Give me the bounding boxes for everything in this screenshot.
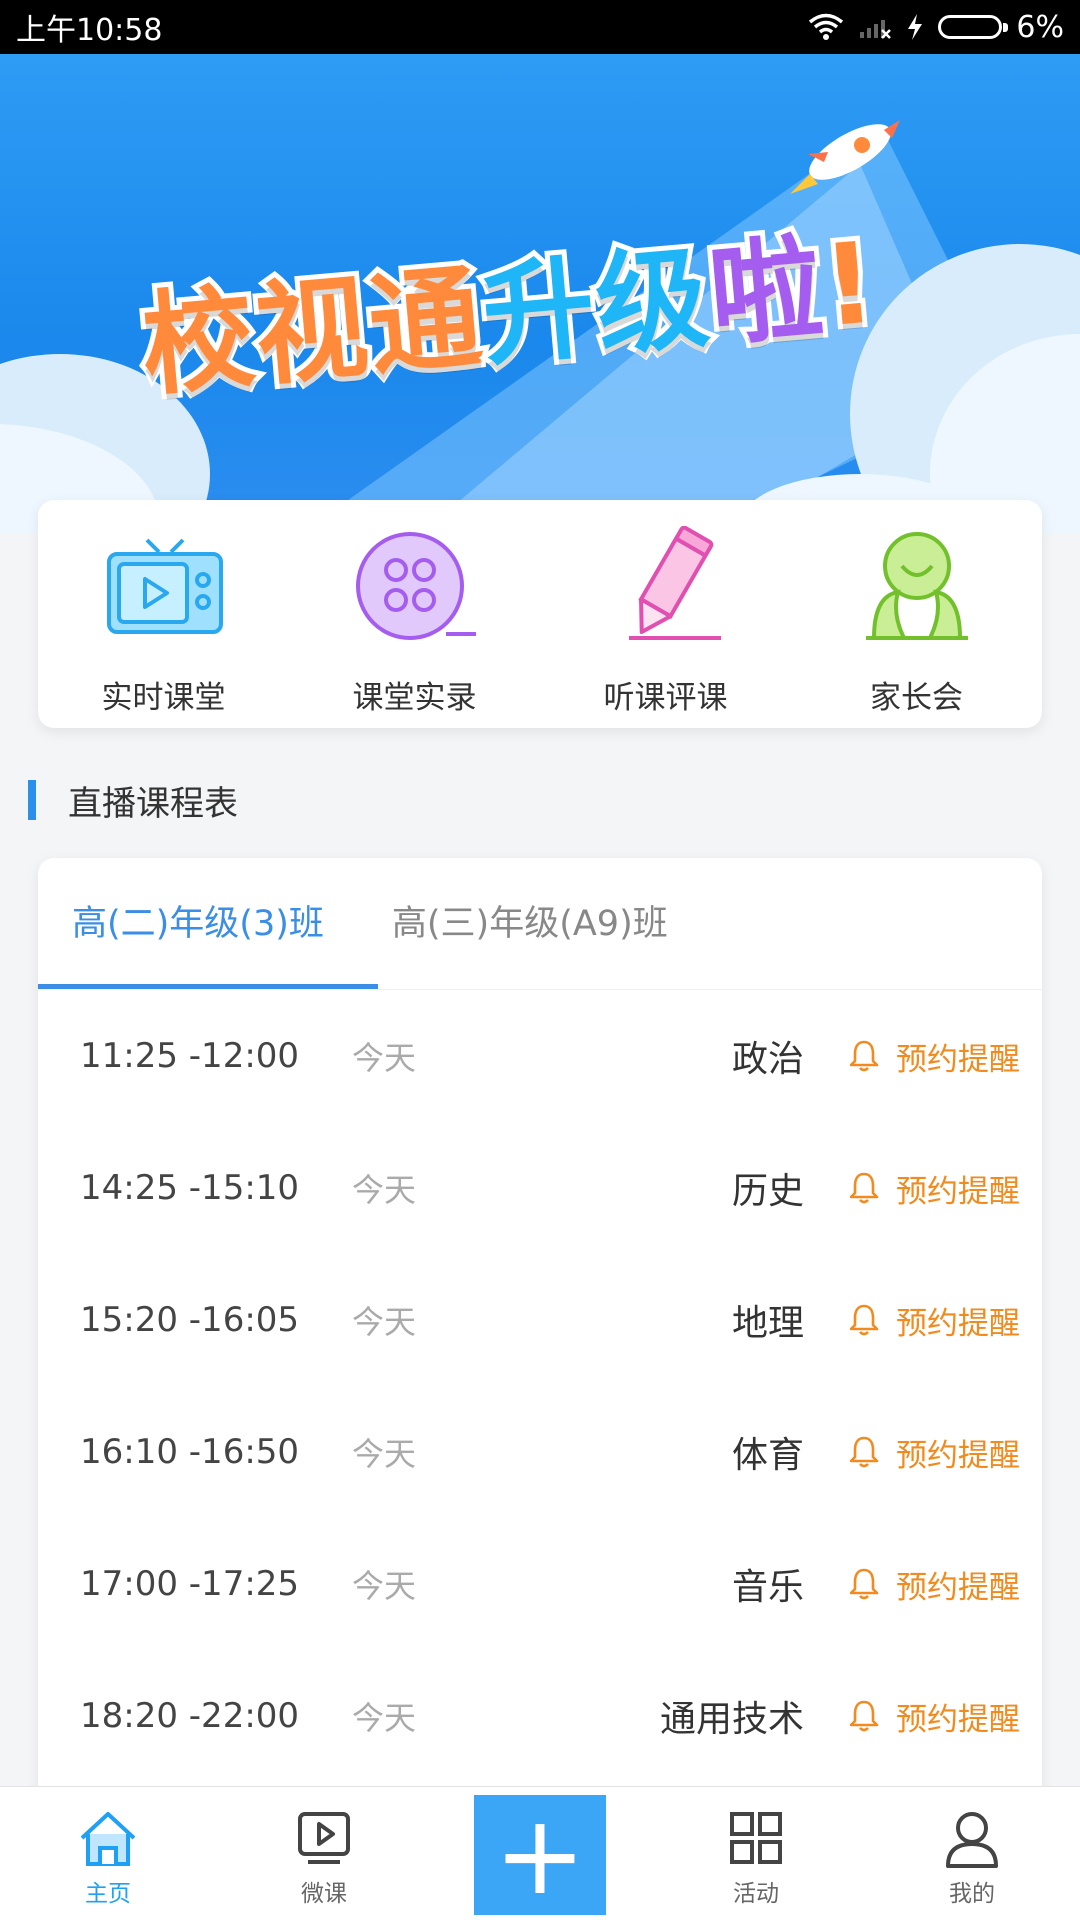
section-header: 直播课程表: [28, 778, 238, 824]
feature-grid: 实时课堂 课堂实录 听课评课 家长会: [38, 500, 1042, 728]
bottom-nav: 主页 微课 + 活动 我的: [0, 1786, 1080, 1920]
row-day: 今天: [352, 1039, 417, 1077]
row-time: 18:20 -22:00: [80, 1696, 300, 1736]
schedule-row[interactable]: 17:00 -17:25 今天 音乐 预约提醒: [38, 1518, 1042, 1650]
battery-icon: [938, 15, 1009, 39]
bell-icon[interactable]: [848, 1303, 880, 1337]
row-day: 今天: [352, 1171, 417, 1209]
feature-class-record[interactable]: 课堂实录: [289, 500, 540, 728]
schedule-row[interactable]: 14:25 -15:10 今天 历史 预约提醒: [38, 1122, 1042, 1254]
row-day: 今天: [352, 1303, 417, 1341]
schedule-row[interactable]: 11:25 -12:00 今天 政治 预约提醒: [38, 990, 1042, 1122]
reminder-link[interactable]: 预约提醒: [896, 1562, 1020, 1607]
row-subject: 音乐: [731, 1567, 804, 1608]
signal-icon: [860, 20, 892, 39]
feature-label: 听课评课: [603, 680, 728, 716]
tab-class-3-a9[interactable]: 高(三)年级(A9)班: [358, 858, 702, 990]
reminder-link[interactable]: 预约提醒: [896, 1298, 1020, 1343]
nav-home[interactable]: 主页: [0, 1787, 216, 1920]
row-subject: 通用技术: [659, 1699, 804, 1740]
feature-label: 家长会: [870, 680, 963, 716]
nav-mine[interactable]: 我的: [864, 1787, 1080, 1920]
reminder-link[interactable]: 预约提醒: [896, 1034, 1020, 1079]
row-time: 14:25 -15:10: [80, 1168, 300, 1208]
schedule-row[interactable]: 18:20 -22:00 今天 通用技术 预约提醒: [38, 1650, 1042, 1782]
feature-label: 实时课堂: [101, 680, 226, 716]
tab-class-2-3[interactable]: 高(二)年级(3)班: [38, 858, 358, 990]
row-day: 今天: [352, 1435, 417, 1473]
nav-micro-course[interactable]: 微课: [216, 1787, 432, 1920]
schedule-card: 高(二)年级(3)班 高(三)年级(A9)班 11:25 -12:00 今天 政…: [38, 858, 1042, 1858]
row-day: 今天: [352, 1699, 417, 1737]
bell-icon[interactable]: [848, 1039, 880, 1073]
row-time: 11:25 -12:00: [80, 1036, 300, 1076]
reminder-link[interactable]: 预约提醒: [896, 1430, 1020, 1475]
battery-level: 6%: [1016, 9, 1064, 45]
bell-icon[interactable]: [848, 1435, 880, 1469]
grid-icon: [730, 1812, 782, 1864]
nav-activity[interactable]: 活动: [648, 1787, 864, 1920]
feature-live-class[interactable]: 实时课堂: [38, 500, 289, 728]
pencil-icon: [628, 526, 721, 640]
schedule-row[interactable]: 16:10 -16:50 今天 体育 预约提醒: [38, 1386, 1042, 1518]
status-time: 上午10:58: [16, 13, 163, 48]
rocket-icon: [790, 120, 900, 194]
row-subject: 政治: [731, 1039, 804, 1080]
charging-icon: [908, 14, 923, 40]
row-time: 15:20 -16:05: [80, 1300, 300, 1340]
parents-icon: [865, 532, 968, 640]
bell-icon[interactable]: [848, 1171, 880, 1205]
reminder-link[interactable]: 预约提醒: [896, 1694, 1020, 1739]
section-accent-bar: [28, 780, 36, 820]
row-time: 17:00 -17:25: [80, 1564, 300, 1604]
add-button[interactable]: +: [474, 1795, 606, 1915]
row-subject: 地理: [731, 1303, 804, 1344]
nav-add-wrapper: +: [432, 1787, 648, 1920]
status-icons: 6%: [808, 10, 1064, 45]
bell-icon[interactable]: [848, 1699, 880, 1733]
film-reel-icon: [355, 532, 476, 640]
status-bar: 上午10:58 6%: [0, 0, 1080, 54]
section-title: 直播课程表: [68, 783, 238, 824]
row-subject: 历史: [731, 1171, 804, 1212]
row-subject: 体育: [731, 1435, 804, 1476]
nav-activity-label: 活动: [733, 1881, 779, 1907]
bell-icon[interactable]: [848, 1567, 880, 1601]
feature-parents-meeting[interactable]: 家长会: [791, 500, 1042, 728]
video-play-icon: [298, 1812, 350, 1864]
class-tabs: 高(二)年级(3)班 高(三)年级(A9)班: [38, 858, 1042, 990]
nav-micro-label: 微课: [301, 1881, 347, 1907]
home-icon: [80, 1812, 136, 1866]
tab-active-indicator: [38, 984, 378, 989]
user-icon: [946, 1812, 998, 1868]
feature-lesson-review[interactable]: 听课评课: [540, 500, 791, 728]
row-time: 16:10 -16:50: [80, 1432, 300, 1472]
nav-home-label: 主页: [85, 1881, 131, 1907]
schedule-row[interactable]: 15:20 -16:05 今天 地理 预约提醒: [38, 1254, 1042, 1386]
feature-label: 课堂实录: [352, 680, 477, 716]
wifi-icon: [809, 13, 844, 40]
promo-banner[interactable]: 校视通升级啦!: [0, 54, 1080, 534]
nav-mine-label: 我的: [949, 1881, 995, 1907]
reminder-link[interactable]: 预约提醒: [896, 1166, 1020, 1211]
tv-icon: [106, 538, 223, 634]
row-day: 今天: [352, 1567, 417, 1605]
